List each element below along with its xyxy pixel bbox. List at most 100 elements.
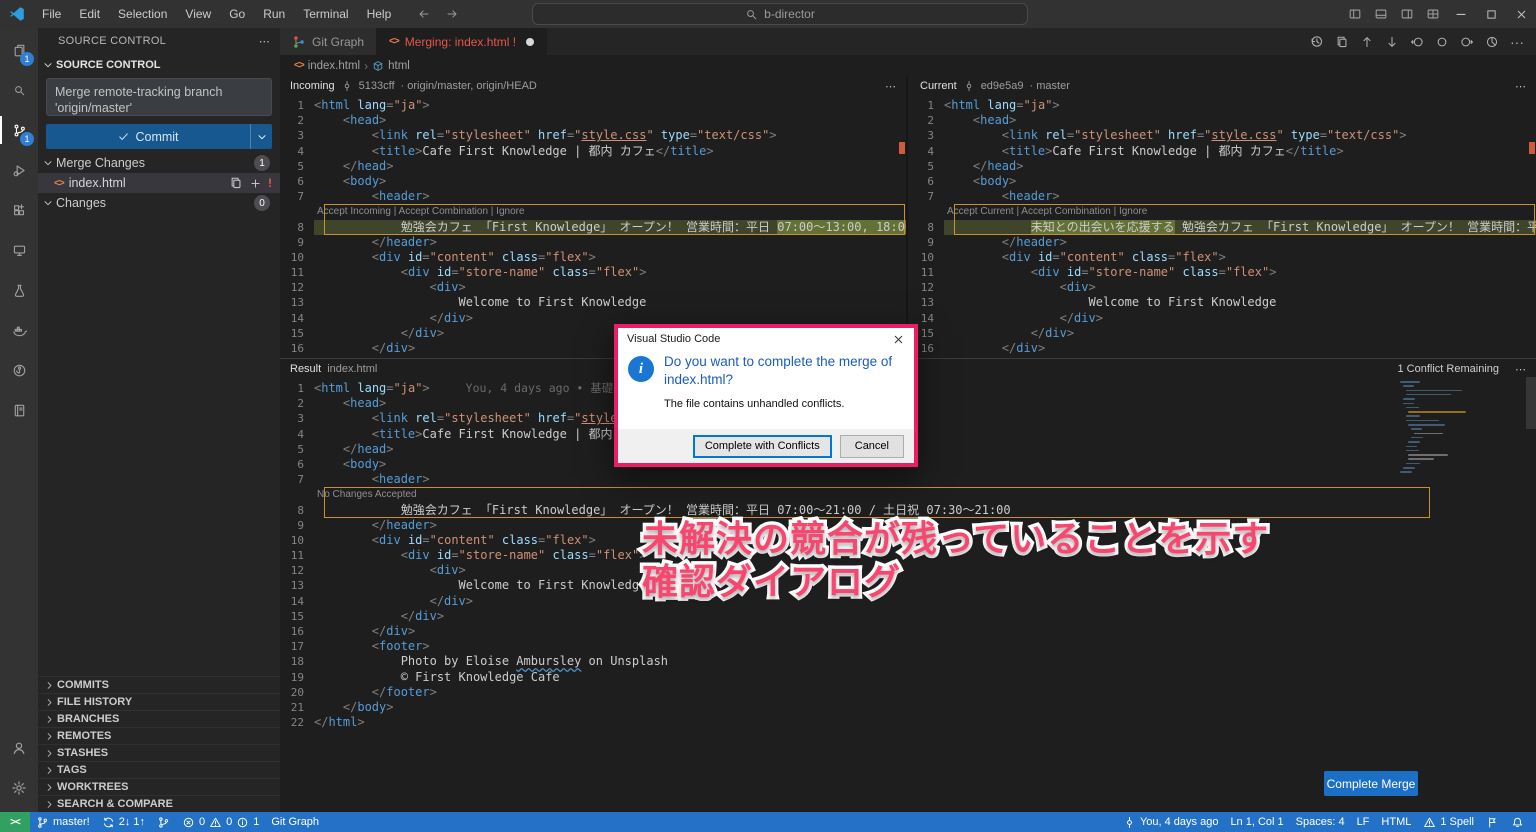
action-circle-left-icon[interactable] [1410, 35, 1424, 49]
menu-run[interactable]: Run [255, 5, 293, 23]
spell-status[interactable]: 1 Spell [1417, 812, 1480, 832]
sidebar-more-actions-icon[interactable]: ⋯ [259, 35, 270, 48]
notifications-status[interactable] [1505, 812, 1530, 832]
code-line[interactable]: 7 <header> [910, 189, 1536, 204]
activity-accounts[interactable] [0, 728, 38, 768]
complete-with-conflicts-button[interactable]: Complete with Conflicts [693, 435, 832, 458]
action-arrow-up-icon[interactable] [1360, 35, 1374, 49]
code-line[interactable]: 10 <div id="content" class="flex"> [910, 250, 1536, 265]
action-circle-right-icon[interactable] [1460, 35, 1474, 49]
commit-dropdown[interactable] [250, 124, 272, 149]
code-line[interactable]: 13 Welcome to First Knowledge [910, 295, 1536, 310]
more-actions-icon[interactable]: ⋯ [885, 80, 896, 93]
code-line[interactable]: 7 <header> [280, 189, 906, 204]
action-arrow-down-icon[interactable] [1385, 35, 1399, 49]
section-tags[interactable]: TAGS [38, 761, 280, 778]
code-line[interactable]: 11 <div id="store-name" class="flex"> [280, 265, 906, 280]
menu-selection[interactable]: Selection [110, 5, 175, 23]
code-line[interactable]: 6 <body> [280, 174, 906, 189]
remote-indicator[interactable]: >< [0, 812, 30, 832]
current-code[interactable]: 1<html lang="ja">2 <head>3 <link rel="st… [910, 96, 1536, 358]
activity-notebook[interactable] [0, 390, 38, 430]
menu-edit[interactable]: Edit [71, 5, 108, 23]
section-source-control[interactable]: SOURCE CONTROL [38, 54, 280, 76]
code-line[interactable]: 4 <title>Cafe First Knowledge | 都内 カフェ</… [280, 144, 906, 159]
tab-merging-index-html[interactable]: <> Merging: index.html ! [377, 28, 547, 55]
cursor-position[interactable]: Ln 1, Col 1 [1224, 812, 1289, 832]
code-line[interactable]: 7 <header> [280, 472, 1536, 487]
code-line[interactable]: 22</html> [280, 715, 1536, 730]
minimize-icon[interactable] [1446, 0, 1476, 28]
sync-status[interactable]: 2↓ 1↑ [96, 812, 151, 832]
more-actions-icon[interactable]: ⋯ [1515, 363, 1526, 376]
section-file-history[interactable]: FILE HISTORY [38, 693, 280, 710]
code-line[interactable]: 13 Welcome to First Knowledge [280, 295, 906, 310]
tab-git-graph[interactable]: Git Graph [280, 28, 377, 55]
code-line[interactable]: 10 <div id="content" class="flex"> [280, 250, 906, 265]
code-line[interactable]: 18 Photo by Eloise Ambursley on Unsplash [280, 654, 1536, 669]
layout-panel-icon[interactable] [1368, 0, 1394, 28]
blame-status[interactable]: You, 4 days ago [1117, 812, 1225, 832]
language-mode[interactable]: HTML [1375, 812, 1417, 832]
activity-testing[interactable] [0, 270, 38, 310]
activity-settings[interactable] [0, 768, 38, 808]
section-stashes[interactable]: STASHES [38, 744, 280, 761]
unsaved-dot-icon[interactable] [526, 38, 534, 46]
group-merge-changes[interactable]: Merge Changes 1 [38, 153, 280, 173]
action-open-changes-icon[interactable] [1335, 35, 1349, 49]
git-graph-status[interactable]: Git Graph [265, 812, 325, 832]
breadcrumb-symbol[interactable]: html [388, 60, 410, 72]
code-line[interactable]: 8 勉強会カフェ 「First Knowledge」 オープン！ 営業時間：平日… [280, 220, 906, 235]
activity-remote-explorer[interactable] [0, 230, 38, 270]
layout-sidebar-right-icon[interactable] [1394, 0, 1420, 28]
activity-source-control[interactable]: 1 [0, 110, 38, 150]
back-arrow-icon[interactable] [417, 7, 431, 21]
code-line[interactable]: 8 勉強会カフェ 「First Knowledge」 オープン！ 営業時間：平日… [280, 503, 1536, 518]
menu-view[interactable]: View [177, 5, 219, 23]
layout-sidebar-left-icon[interactable] [1342, 0, 1368, 28]
code-line[interactable]: 4 <title>Cafe First Knowledge | 都内 カフェ</… [910, 144, 1536, 159]
code-line[interactable]: 21 </body> [280, 700, 1536, 715]
layout-grid-icon[interactable] [1420, 0, 1446, 28]
activity-explorer[interactable]: 1 [0, 30, 38, 70]
close-icon[interactable] [1506, 0, 1536, 28]
activity-docker[interactable] [0, 310, 38, 350]
cancel-button[interactable]: Cancel [840, 435, 904, 458]
scrollbar[interactable] [1526, 377, 1536, 429]
forward-arrow-icon[interactable] [445, 7, 459, 21]
problems-status[interactable]: 0 0 1 [176, 812, 265, 832]
section-search-compare[interactable]: SEARCH & COMPARE [38, 795, 280, 812]
action-pie-icon[interactable] [1485, 35, 1499, 49]
code-line[interactable]: 15 </div> [280, 609, 1536, 624]
code-line[interactable]: 5 </head> [280, 159, 906, 174]
code-line[interactable]: 3 <link rel="stylesheet" href="style.css… [910, 128, 1536, 143]
stage-changes-icon[interactable] [249, 177, 262, 190]
code-line[interactable]: 11 <div id="store-name" class="flex"> [910, 265, 1536, 280]
code-line[interactable]: 1<html lang="ja"> [910, 98, 1536, 113]
open-file-icon[interactable] [229, 176, 243, 190]
code-line[interactable]: 8 未知との出会いを応援する 勉強会カフェ 「First Knowledge」 … [910, 220, 1536, 235]
activity-git-graph[interactable] [0, 350, 38, 390]
code-line[interactable]: 16 </div> [280, 624, 1536, 639]
code-line[interactable]: 16 </div> [910, 341, 1536, 356]
incoming-code[interactable]: 1<html lang="ja">2 <head>3 <link rel="st… [280, 96, 906, 358]
activity-run-debug[interactable] [0, 150, 38, 190]
menu-terminal[interactable]: Terminal [295, 5, 356, 23]
code-line[interactable]: 19 © First Knowledge Cafe [280, 670, 1536, 685]
section-worktrees[interactable]: WORKTREES [38, 778, 280, 795]
codelens-actions[interactable]: Accept Current | Accept Combination | Ig… [944, 204, 1147, 219]
code-line[interactable]: 9 </header> [280, 235, 906, 250]
source-control-status[interactable] [151, 812, 176, 832]
code-line[interactable]: 14 </div> [910, 311, 1536, 326]
breadcrumb[interactable]: <> index.html › html [280, 55, 1536, 76]
activity-extensions[interactable] [0, 190, 38, 230]
code-line[interactable]: 9 </header> [910, 235, 1536, 250]
codelens-actions[interactable]: Accept Incoming | Accept Combination | I… [314, 204, 525, 219]
code-line[interactable]: 20 </footer> [280, 685, 1536, 700]
maximize-icon[interactable] [1476, 0, 1506, 28]
action-circle-icon[interactable] [1435, 35, 1449, 49]
more-actions-icon[interactable]: ⋯ [1515, 80, 1526, 93]
code-line[interactable]: 5 </head> [910, 159, 1536, 174]
commit-message-input[interactable]: Merge remote-tracking branch 'origin/mas… [46, 78, 272, 116]
breadcrumb-file[interactable]: index.html [308, 60, 360, 72]
